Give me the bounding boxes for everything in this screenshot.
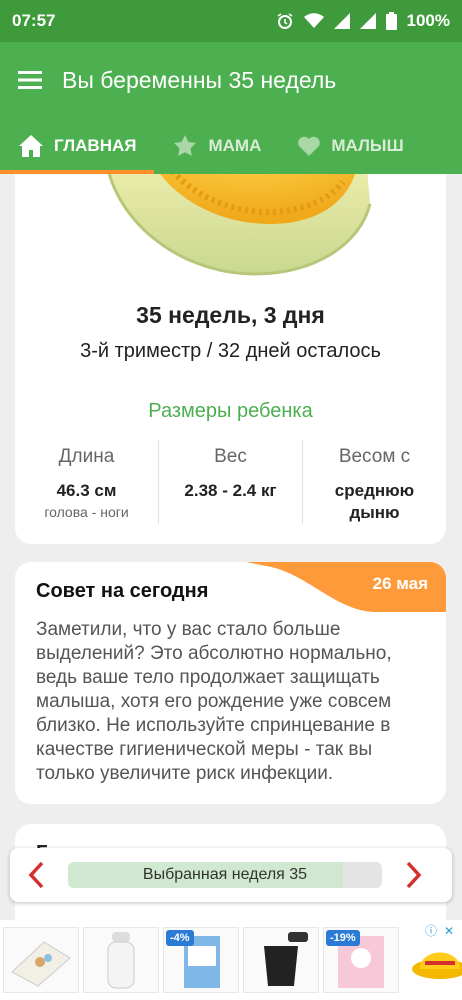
tip-title: Совет на сегодня	[36, 580, 209, 602]
signal-icon	[359, 13, 376, 29]
baby-stats: Длина 46.3 см голова - ноги Вес 2.38 - 2…	[15, 440, 446, 524]
clock: 07:57	[12, 11, 56, 30]
tip-text: Заметили, что у вас стало больше выделен…	[36, 619, 392, 784]
bottle-image	[107, 932, 135, 989]
tab-home-label: ГЛАВНАЯ	[54, 136, 137, 155]
tab-home[interactable]: ГЛАВНАЯ	[0, 118, 155, 174]
main-content[interactable]: 35 недель, 3 дня 3-й триместр / 32 дней …	[0, 174, 462, 920]
alarm-icon	[277, 13, 292, 29]
page-title: Вы беременны 35 недель	[62, 66, 337, 93]
discount-badge: -19%	[326, 930, 360, 946]
tip-card[interactable]: 26 мая Совет на сегодня Заметили, что у …	[15, 562, 446, 804]
ad-product-diapers[interactable]: -19%	[323, 927, 399, 993]
cup-holder-image	[264, 932, 308, 986]
ad-product-bath-mat[interactable]	[3, 927, 79, 993]
baby-sizes-link[interactable]: Размеры ребенка	[15, 400, 446, 423]
stat-value: 46.3 см	[56, 481, 117, 500]
tab-bar: ГЛАВНАЯ МАМА МАЛЫШ	[0, 118, 462, 174]
status-icons: 100%	[276, 11, 450, 31]
stat-compare: Весом с среднюю дыню	[302, 440, 446, 524]
menu-icon[interactable]	[18, 70, 42, 90]
app-bar: Вы беременны 35 недель	[0, 42, 462, 118]
heart-icon	[298, 136, 321, 156]
melon-image	[107, 174, 372, 276]
prev-week-button[interactable]	[10, 848, 62, 902]
tab-baby[interactable]: МАЛЫШ	[279, 118, 421, 174]
week-progress-bar[interactable]: Выбранная неделя 35	[68, 862, 382, 888]
ad-controls: ⓘ ✕	[424, 924, 456, 938]
stat-weight: Вес 2.38 - 2.4 кг	[158, 440, 302, 524]
trimester-info: 3-й триместр / 32 дней осталось	[80, 340, 381, 362]
ad-banner[interactable]: -4% -19%	[0, 920, 462, 1000]
tab-baby-label: МАЛЫШ	[331, 136, 404, 155]
week-card: 35 недель, 3 дня 3-й триместр / 32 дней …	[15, 174, 446, 544]
week-selector: Выбранная неделя 35	[10, 848, 452, 902]
stat-sub: голова - ноги	[44, 504, 129, 520]
stat-value: 2.38 - 2.4 кг	[184, 481, 277, 500]
ad-product-cup-holder[interactable]	[243, 927, 319, 993]
tip-date: 26 мая	[372, 574, 428, 593]
bath-mat-image	[11, 941, 71, 987]
stat-length: Длина 46.3 см голова - ноги	[15, 440, 158, 524]
tab-mama[interactable]: МАМА	[154, 118, 279, 174]
info-icon[interactable]: ⓘ	[424, 924, 438, 938]
week-title: 35 недель, 3 дня	[136, 302, 325, 328]
signal-icon	[333, 13, 350, 29]
wifi-icon	[303, 13, 324, 28]
discount-badge: -4%	[166, 930, 194, 946]
star-icon	[174, 135, 197, 156]
stat-label: Вес	[214, 446, 247, 467]
week-label: Выбранная неделя 35	[142, 866, 308, 883]
ad-product-box[interactable]: -4%	[163, 927, 239, 993]
status-bar: 07:57 100%	[0, 0, 462, 42]
close-icon[interactable]: ✕	[442, 924, 456, 938]
battery-icon	[385, 12, 397, 30]
home-icon	[19, 135, 43, 157]
chevron-right-icon	[406, 861, 422, 889]
stat-label: Весом с	[338, 446, 411, 467]
tab-mama-label: МАМА	[208, 136, 262, 155]
stat-value: среднюю дыню	[334, 481, 415, 522]
battery-percent: 100%	[406, 11, 450, 30]
ad-product-bottle[interactable]	[83, 927, 159, 993]
chevron-left-icon	[28, 861, 44, 889]
stat-label: Длина	[58, 446, 115, 467]
next-week-button[interactable]	[388, 848, 440, 902]
